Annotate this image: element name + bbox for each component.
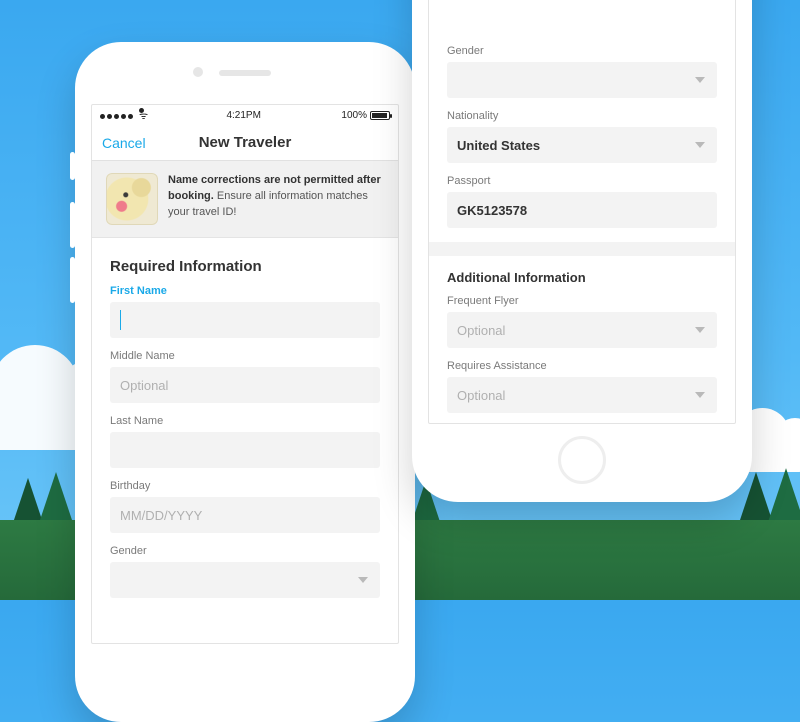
label-passport: Passport — [447, 175, 717, 187]
assistance-select[interactable]: Optional — [447, 377, 717, 413]
gender-select-left[interactable] — [110, 562, 380, 598]
signal-dots-icon: ᯤ — [100, 108, 146, 122]
text-cursor-icon — [120, 310, 121, 330]
label-gender: Gender — [447, 45, 717, 57]
section-required: Required Information — [110, 258, 380, 275]
status-time: 4:21PM — [226, 110, 260, 121]
cancel-button[interactable]: Cancel — [102, 135, 146, 151]
phone-frame-left: ᯤ 4:21PM 100% Cancel New Traveler Name c… — [75, 42, 415, 722]
label-frequent-flyer: Frequent Flyer — [447, 295, 717, 307]
screen-right: Gender Nationality United States Passpor… — [428, 0, 736, 424]
label-last-name: Last Name — [110, 415, 380, 427]
phone-frame-right: Gender Nationality United States Passpor… — [412, 0, 752, 502]
status-bar: ᯤ 4:21PM 100% — [92, 105, 398, 125]
navbar: Cancel New Traveler — [92, 125, 398, 161]
page-title: New Traveler — [199, 134, 292, 151]
frequent-flyer-select[interactable]: Optional — [447, 312, 717, 348]
passport-field[interactable]: GK5123578 — [447, 192, 717, 228]
birthday-field[interactable]: MM/DD/YYYY — [110, 497, 380, 533]
mascot-icon — [106, 173, 158, 225]
section-additional: Additional Information — [447, 270, 717, 285]
label-assistance: Requires Assistance — [447, 360, 717, 372]
middle-name-field[interactable]: Optional — [110, 367, 380, 403]
warning-text: Name corrections are not permitted after… — [168, 173, 384, 225]
first-name-field[interactable] — [110, 302, 380, 338]
battery-indicator: 100% — [341, 110, 390, 121]
label-first-name: First Name — [110, 285, 380, 297]
last-name-field[interactable] — [110, 432, 380, 468]
screen-left: ᯤ 4:21PM 100% Cancel New Traveler Name c… — [91, 104, 399, 644]
gender-select[interactable] — [447, 62, 717, 98]
label-nationality: Nationality — [447, 110, 717, 122]
label-middle-name: Middle Name — [110, 350, 380, 362]
label-birthday: Birthday — [110, 480, 380, 492]
label-gender-left: Gender — [110, 545, 380, 557]
warning-banner: Name corrections are not permitted after… — [92, 161, 398, 238]
section-divider — [429, 242, 735, 256]
nationality-select[interactable]: United States — [447, 127, 717, 163]
home-button[interactable] — [558, 436, 606, 484]
